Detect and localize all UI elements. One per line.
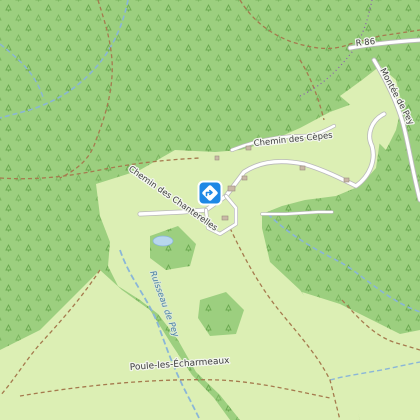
map-canvas[interactable]: R 86 Chemin des Cèpes Chemin des Chanter… bbox=[0, 0, 420, 420]
directions-marker[interactable] bbox=[197, 180, 223, 206]
building bbox=[241, 175, 248, 181]
directions-diamond-icon bbox=[197, 180, 223, 206]
building bbox=[221, 215, 229, 221]
building bbox=[214, 155, 220, 161]
pond bbox=[152, 235, 174, 247]
building bbox=[299, 165, 306, 171]
label-r86: R 86 bbox=[355, 37, 375, 49]
building bbox=[245, 145, 252, 151]
building bbox=[343, 177, 350, 183]
map-view[interactable]: R 86 Chemin des Cèpes Chemin des Chanter… bbox=[0, 0, 420, 420]
building bbox=[227, 185, 236, 192]
